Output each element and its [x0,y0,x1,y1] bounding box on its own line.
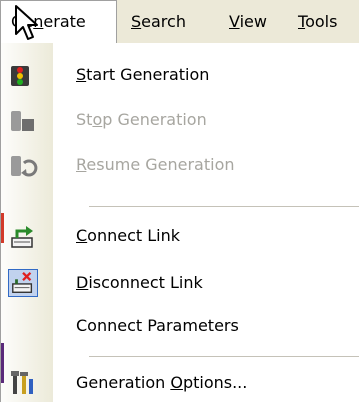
menu-item-generation-options[interactable]: Generation Options... [1,362,359,402]
menu-tools-mnemonic: T [298,12,306,31]
mnemonic: o [92,110,103,129]
menu-item-label: Resume Generation [76,144,235,186]
label-text: onnect Link [87,226,181,245]
menu-view-mnemonic: V [229,12,240,31]
mnemonic: R [76,155,87,174]
stop-generation-icon [11,111,34,131]
label-text: isconnect Link [88,273,203,292]
menu-search-label-post: earch [141,12,186,31]
generate-dropdown-menu: Start Generation Stop Generation Resume … [0,43,359,402]
mnemonic: D [76,273,89,292]
menu-item-label: Disconnect Link [76,262,203,304]
menu-item-resume-generation[interactable]: Resume Generation [1,144,359,186]
menu-tools-label-post: ools [305,12,338,31]
menu-item-start-generation[interactable]: Start Generation [1,54,359,96]
mnemonic: C [76,226,88,245]
menu-item-label: Stop Generation [76,99,207,141]
label-text: Generation [76,373,171,392]
menu-item-connect-link[interactable]: Connect Link [1,215,359,257]
menu-item-label: Start Generation [76,54,209,96]
application-window: Generate Search View Tools Start Generat… [0,0,359,402]
menu-bar: Generate Search View Tools [0,0,359,44]
label-text: esume Generation [86,155,235,174]
menu-item-connect-parameters[interactable]: Connect Parameters [1,305,359,347]
menu-tools[interactable]: Tools [290,0,345,44]
menu-view-label-post: iew [239,12,267,31]
traffic-light-icon [11,66,29,86]
mnemonic: O [170,373,183,392]
menu-item-stop-generation[interactable]: Stop Generation [1,99,359,141]
menu-item-label: Connect Link [76,215,180,257]
menu-item-label: Connect Parameters [76,316,239,335]
label-text: St [76,110,93,129]
menu-item-disconnect-link[interactable]: Disconnect Link [1,262,359,304]
tools-icon [11,371,33,394]
menu-item-label: Generation Options... [76,362,247,402]
menu-search-mnemonic: S [131,12,142,31]
menu-generate-label-post: erate [43,12,86,31]
menu-view[interactable]: View [221,0,275,44]
label-text: p Generation [102,110,207,129]
disconnect-link-icon [8,269,38,297]
menu-separator [89,356,359,357]
connect-link-icon [11,226,33,248]
mouse-pointer-icon [15,5,38,40]
resume-generation-icon [11,156,38,177]
label-text: ptions... [182,373,248,392]
label-text: tart Generation [86,65,210,84]
menu-separator [89,206,359,207]
mnemonic: S [76,65,87,84]
menu-search[interactable]: Search [123,0,194,44]
